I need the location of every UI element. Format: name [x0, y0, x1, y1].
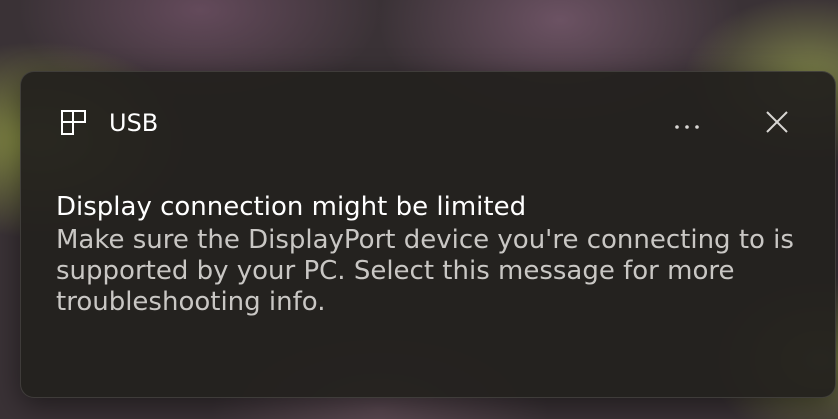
notification-title: Display connection might be limited [56, 192, 527, 222]
close-icon [766, 111, 788, 137]
close-button[interactable] [755, 102, 799, 146]
more-options-button[interactable] [665, 102, 709, 146]
ellipsis-icon [674, 115, 700, 134]
notification-body[interactable]: Display connection might be limited Make… [56, 192, 796, 318]
app-name: USB [109, 109, 159, 137]
notification-header: USB [21, 72, 835, 176]
usb-device-icon [61, 110, 87, 136]
notification-message: Make sure the DisplayPort device you're … [56, 225, 794, 317]
notification-toast[interactable]: USB Display connection might be limited … [20, 71, 836, 398]
